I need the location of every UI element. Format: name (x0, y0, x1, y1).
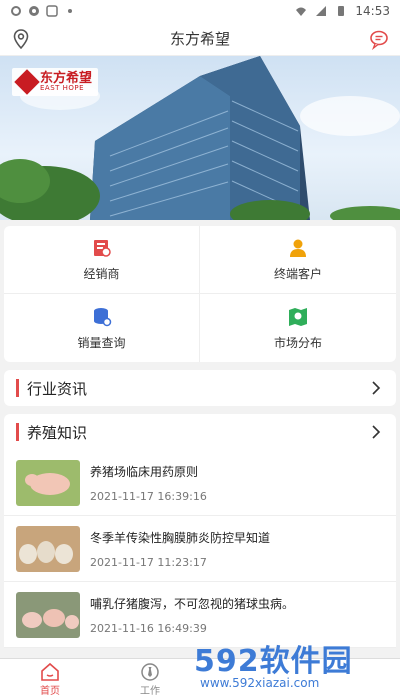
status-time: 14:53 (355, 4, 390, 18)
dot-icon (68, 9, 72, 13)
industry-news-header[interactable]: 行业资讯 (4, 370, 396, 406)
feature-grid: 经销商 终端客户 销量查询 市场分布 (4, 226, 396, 362)
article-item[interactable]: 哺乳仔猪腹泻，不可忽视的猪球虫病。 2021-11-16 16:49:39 (4, 582, 396, 648)
dealer-icon (93, 240, 111, 257)
menu-item-dealer[interactable]: 经销商 (4, 226, 200, 294)
tab-work-label: 工作 (140, 686, 160, 697)
wifi-icon (296, 7, 307, 16)
database-search-icon (93, 307, 111, 326)
message-icon[interactable] (368, 28, 390, 50)
battery-icon (338, 6, 345, 16)
article-thumbnail (16, 459, 80, 506)
menu-item-sales-query[interactable]: 销量查询 (4, 294, 200, 362)
menu-item-customer[interactable]: 终端客户 (200, 226, 396, 294)
tab-home[interactable]: 首页 (0, 659, 100, 700)
menu-label-sales-query: 销量查询 (77, 335, 126, 350)
page-title: 东方希望 (169, 30, 230, 48)
user-icon (290, 239, 306, 257)
chevron-right-icon (372, 425, 381, 439)
home-icon (41, 662, 59, 681)
article-thumbnail (16, 525, 80, 572)
article-date: 2021-11-16 16:49:39 (90, 621, 207, 635)
article-title: 哺乳仔猪腹泻，不可忽视的猪球虫病。 (90, 596, 295, 611)
menu-label-customer: 终端客户 (273, 267, 322, 281)
brand-logo: 东方希望 EAST HOPE (12, 68, 99, 96)
app-header: 东方希望 (0, 22, 400, 56)
article-item[interactable]: 冬季羊传染性胸膜肺炎防控早知道 2021-11-17 11:23:17 (4, 516, 396, 582)
article-date: 2021-11-17 16:39:16 (90, 489, 207, 503)
status-bar: 14:53 (0, 0, 400, 22)
tab-work[interactable]: 工作 (100, 659, 200, 700)
article-item[interactable]: 养猪场临床用药原则 2021-11-17 16:39:16 (4, 450, 396, 516)
tie-icon (141, 663, 159, 681)
article-date: 2021-11-17 11:23:17 (90, 555, 207, 569)
sync-icon (29, 6, 39, 16)
section-accent-bar (16, 423, 19, 441)
settings-icon (11, 6, 21, 16)
logo-text-en: EAST HOPE (40, 84, 85, 92)
breeding-knowledge-header[interactable]: 养殖知识 (4, 414, 396, 450)
industry-news-label: 行业资讯 (27, 379, 88, 398)
banner-image[interactable]: 东方希望 EAST HOPE (0, 56, 400, 220)
location-icon[interactable] (10, 28, 32, 50)
app-icon (46, 5, 58, 17)
breeding-knowledge-label: 养殖知识 (27, 423, 88, 442)
article-list: 养猪场临床用药原则 2021-11-17 16:39:16 冬季羊传染性胸膜肺炎… (4, 450, 396, 648)
status-right: 14:53 (295, 4, 390, 18)
bottom-tab-bar: 首页 工作 (0, 658, 400, 700)
logo-mark-icon (14, 69, 40, 95)
menu-label-dealer: 经销商 (83, 267, 120, 281)
section-accent-bar (16, 379, 19, 397)
status-left (10, 5, 76, 17)
chevron-right-icon (372, 381, 381, 395)
map-pin-icon (289, 307, 307, 326)
signal-icon (316, 6, 327, 16)
menu-item-market[interactable]: 市场分布 (200, 294, 396, 362)
article-thumbnail (16, 591, 80, 638)
menu-label-market: 市场分布 (273, 335, 322, 350)
article-title: 冬季羊传染性胸膜肺炎防控早知道 (90, 530, 271, 545)
article-title: 养猪场临床用药原则 (90, 464, 199, 479)
logo-text: 东方希望 EAST HOPE (40, 72, 92, 92)
tab-home-label: 首页 (40, 686, 60, 697)
